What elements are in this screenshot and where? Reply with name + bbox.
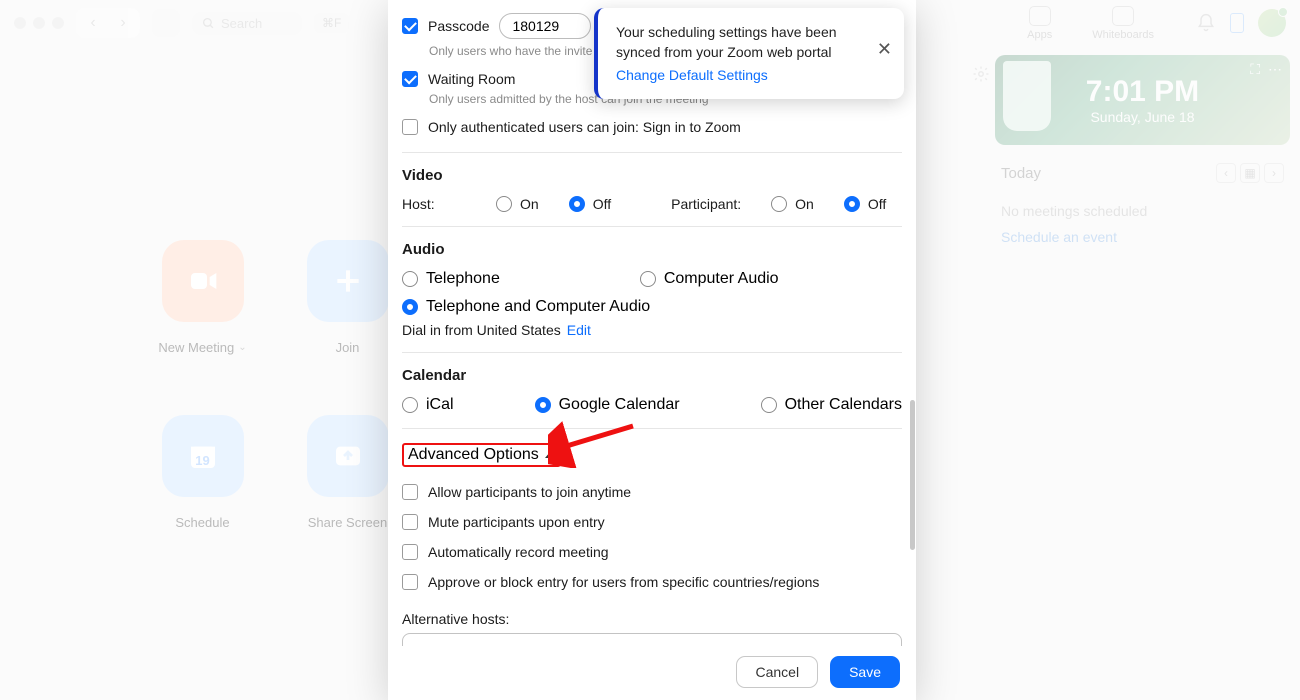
save-button[interactable]: Save [830,656,900,688]
cancel-button[interactable]: Cancel [736,656,818,688]
host-video-off[interactable]: Off [569,196,611,212]
toast-message: Your scheduling settings have been synce… [616,24,837,60]
calendar-other[interactable]: Other Calendars [761,396,902,414]
dial-in-edit[interactable]: Edit [567,322,591,338]
schedule-meeting-modal: Passcode Only users who have the invite … [388,0,916,700]
dial-in-label: Dial in from United States [402,322,561,338]
passcode-input[interactable] [499,13,591,39]
calendar-google[interactable]: Google Calendar [535,396,680,414]
waiting-room-checkbox[interactable] [402,71,418,87]
audio-both[interactable]: Telephone and Computer Audio [402,298,902,316]
video-section-title: Video [402,167,902,184]
audio-telephone[interactable]: Telephone [402,270,500,288]
auto-record-checkbox[interactable] [402,544,418,560]
mute-entry-label: Mute participants upon entry [428,514,605,530]
authenticated-label: Only authenticated users can join: Sign … [428,119,741,135]
calendar-ical[interactable]: iCal [402,396,454,414]
auto-record-label: Automatically record meeting [428,544,609,560]
participant-video-off[interactable]: Off [844,196,886,212]
geo-block-label: Approve or block entry for users from sp… [428,574,819,590]
audio-computer[interactable]: Computer Audio [640,270,779,288]
geo-block-checkbox[interactable] [402,574,418,590]
mute-entry-checkbox[interactable] [402,514,418,530]
join-anytime-label: Allow participants to join anytime [428,484,631,500]
calendar-section-title: Calendar [402,367,902,384]
sync-toast: Your scheduling settings have been synce… [594,8,904,99]
change-defaults-link[interactable]: Change Default Settings [616,65,870,85]
scrollbar-thumb[interactable] [910,400,915,550]
host-video-label: Host: [402,196,496,212]
authenticated-checkbox[interactable] [402,119,418,135]
host-video-on[interactable]: On [496,196,539,212]
modal-footer: Cancel Save [388,646,916,700]
passcode-checkbox[interactable] [402,18,418,34]
participant-video-label: Participant: [671,196,741,212]
alt-hosts-label: Alternative hosts: [402,611,902,627]
waiting-room-label: Waiting Room [428,71,515,87]
advanced-options-toggle[interactable]: Advanced Options [402,443,561,467]
toast-close-icon[interactable]: ✕ [877,36,892,62]
passcode-label: Passcode [428,18,489,34]
participant-video-on[interactable]: On [771,196,814,212]
chevron-up-icon [545,452,555,458]
join-anytime-checkbox[interactable] [402,484,418,500]
audio-section-title: Audio [402,241,902,258]
